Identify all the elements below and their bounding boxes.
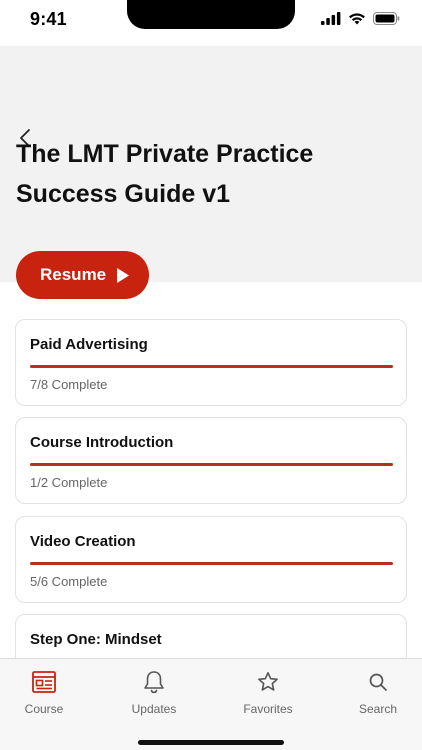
resume-button[interactable]: Resume <box>16 251 149 299</box>
tab-label: Course <box>24 702 64 716</box>
module-card[interactable]: Step One: Mindset <box>15 614 407 658</box>
module-progress-bar <box>30 365 393 368</box>
module-title: Step One: Mindset <box>30 631 162 648</box>
module-card[interactable]: Course Introduction 1/2 Complete <box>15 417 407 504</box>
status-time: 9:41 <box>30 9 67 29</box>
tab-favorites[interactable]: Favorites <box>228 669 308 719</box>
module-title: Paid Advertising <box>30 336 148 353</box>
tab-search[interactable]: Search <box>338 669 418 719</box>
module-progress-fill <box>30 562 393 565</box>
module-status: 1/2 Complete <box>30 475 108 490</box>
wifi-icon <box>349 13 365 25</box>
module-progress-fill <box>30 463 393 466</box>
tab-label: Favorites <box>243 702 293 716</box>
status-bar: 9:41 <box>0 0 422 46</box>
tab-updates[interactable]: Updates <box>114 669 194 719</box>
home-indicator <box>138 740 284 745</box>
page-title: The LMT Private Practice Success Guide v… <box>16 140 314 208</box>
battery-icon <box>373 12 400 25</box>
module-status: 7/8 Complete <box>30 377 108 392</box>
device-notch <box>127 0 295 29</box>
play-icon <box>117 267 130 283</box>
cellular-signal-icon <box>321 12 341 25</box>
tab-label: Search <box>358 702 398 716</box>
bell-icon <box>143 669 165 695</box>
star-icon <box>257 669 279 695</box>
course-header: The LMT Private Practice Success Guide v… <box>0 46 422 282</box>
module-progress-bar <box>30 463 393 466</box>
module-title: Video Creation <box>30 533 136 550</box>
resume-label: Resume <box>40 265 107 284</box>
module-progress-fill <box>30 365 393 368</box>
module-progress-bar <box>30 562 393 565</box>
module-list[interactable]: Paid Advertising 7/8 Complete Course Int… <box>0 319 422 658</box>
module-title: Course Introduction <box>30 434 174 451</box>
tab-bar: Course Updates Favorites Search <box>0 658 422 750</box>
course-icon <box>32 669 56 695</box>
module-status: 5/6 Complete <box>30 574 108 589</box>
search-icon <box>368 669 388 695</box>
module-card[interactable]: Paid Advertising 7/8 Complete <box>15 319 407 406</box>
tab-course[interactable]: Course <box>4 669 84 719</box>
status-icons <box>321 12 400 25</box>
tab-label: Updates <box>131 702 177 716</box>
module-card[interactable]: Video Creation 5/6 Complete <box>15 516 407 603</box>
